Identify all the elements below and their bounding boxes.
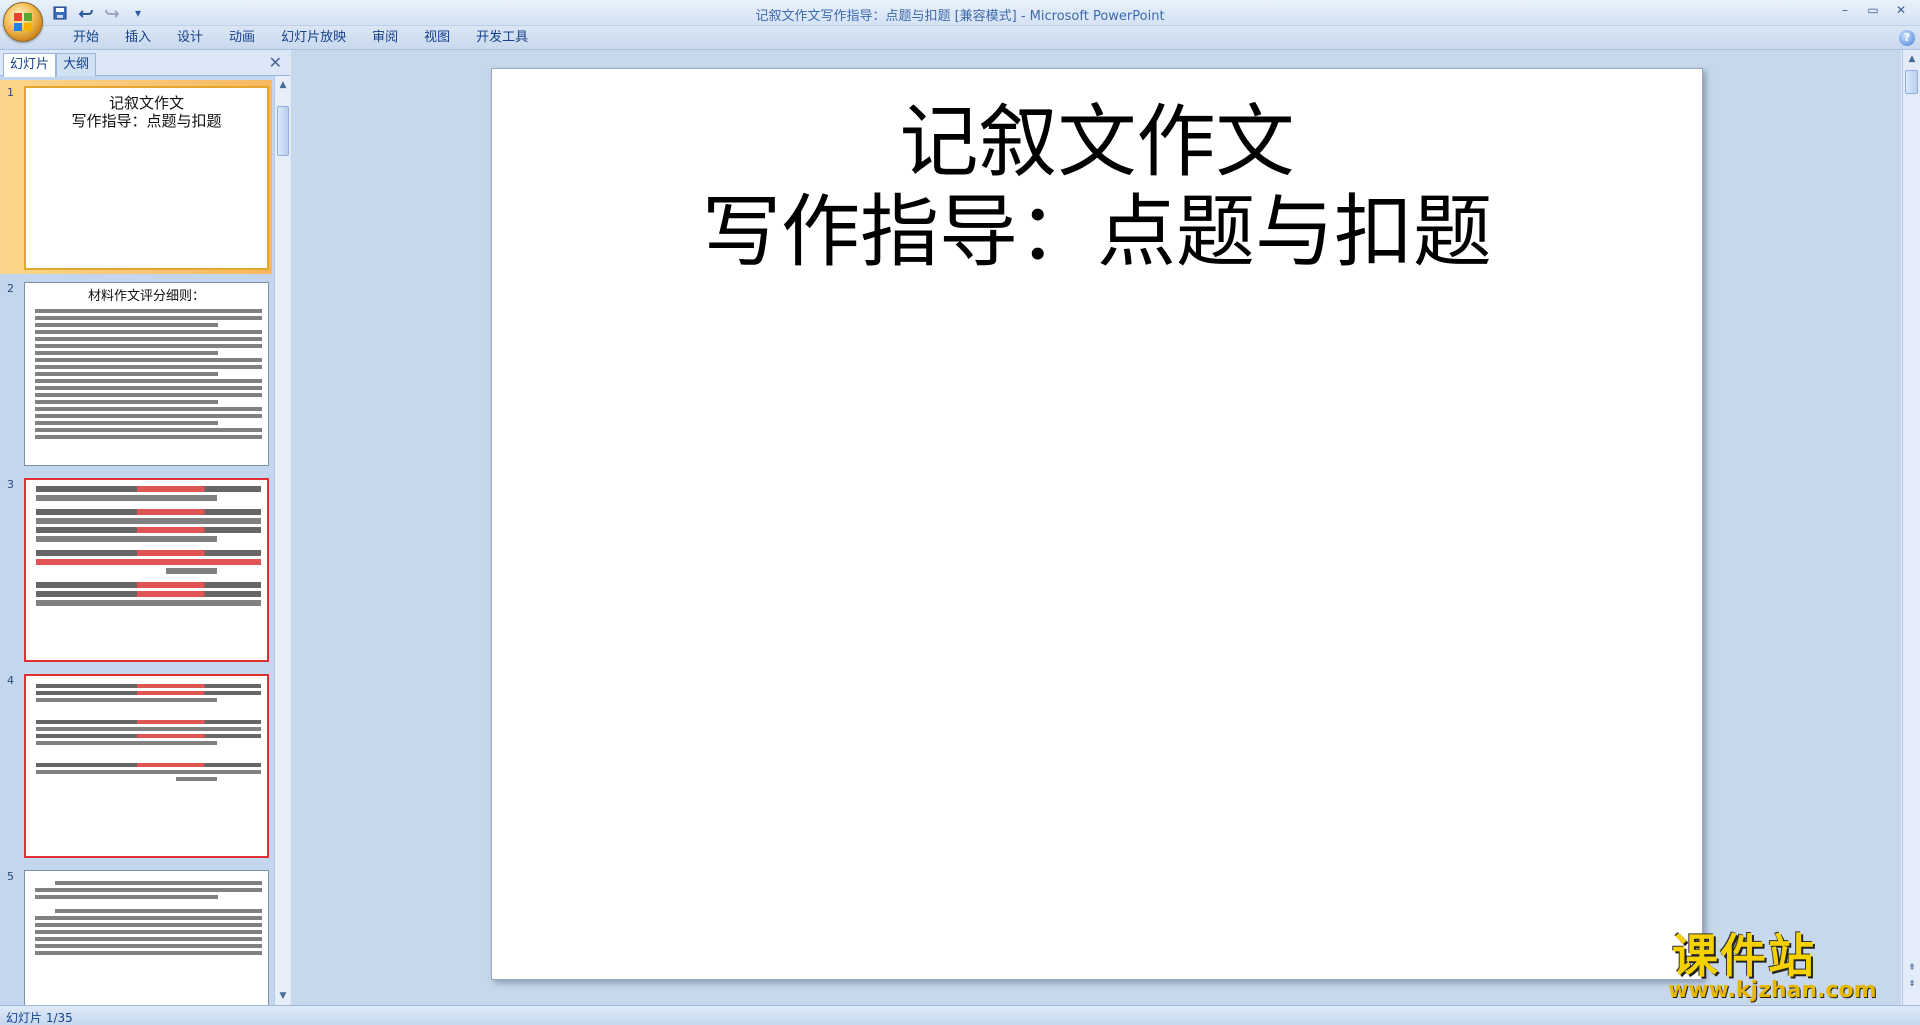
tab-review[interactable]: 审阅 (359, 26, 411, 50)
slide-preview: 材料作文评分细则： (24, 282, 269, 466)
slide-number: 2 (7, 282, 14, 295)
tab-outline[interactable]: 大纲 (56, 53, 97, 76)
slide-number: 4 (7, 674, 14, 687)
office-button[interactable] (3, 2, 43, 42)
slide-thumbnail-1[interactable]: 1 记叙文作文 写作指导：点题与扣题 (0, 80, 272, 274)
slide-editing-area: 记叙文作文 写作指导：点题与扣题 (291, 50, 1901, 1005)
watermark: 课件站 www.kjzhan.com (1668, 920, 1900, 1012)
watermark-text: 课件站 (1672, 929, 1816, 983)
scroll-up-icon[interactable]: ▲ (1905, 52, 1919, 66)
slide-number: 5 (7, 870, 14, 883)
slide-thumbnail-4[interactable]: 4 (0, 668, 272, 862)
status-bar: 幻灯片 1/35 (0, 1005, 1920, 1025)
scroll-thumb[interactable] (1905, 70, 1918, 94)
slide-title-line-1: 记叙文作文 (899, 96, 1295, 188)
scroll-down-icon[interactable]: ▼ (276, 989, 290, 1003)
tab-slides[interactable]: 幻灯片 (3, 53, 57, 77)
tab-animations[interactable]: 动画 (216, 26, 268, 50)
close-icon[interactable]: ✕ (1888, 2, 1914, 20)
watermark-url: www.kjzhan.com (1668, 978, 1877, 1003)
tab-insert[interactable]: 插入 (112, 26, 164, 50)
title-bar: ▾ 记叙文作文写作指导：点题与扣题 [兼容模式] - Microsoft Pow… (0, 0, 1920, 42)
window-controls: – ▭ ✕ (1832, 2, 1914, 20)
ribbon-tabs: 开始 插入 设计 动画 幻灯片放映 审阅 视图 开发工具 (60, 26, 541, 50)
main-scrollbar[interactable]: ▲ ⇞ ⇟ (1902, 50, 1920, 1005)
tab-view[interactable]: 视图 (411, 26, 463, 50)
scroll-up-icon[interactable]: ▲ (276, 78, 290, 92)
slide-number: 1 (7, 86, 14, 99)
thumb-title-line: 记叙文作文 (108, 94, 184, 112)
slide-thumbnail-2[interactable]: 2 材料作文评分细则： (0, 276, 272, 470)
scroll-thumb[interactable] (277, 106, 289, 156)
slide-preview (24, 674, 269, 858)
panel-tabs: 幻灯片 大纲 ✕ (0, 50, 290, 77)
tab-home[interactable]: 开始 (60, 26, 112, 50)
tab-slideshow[interactable]: 幻灯片放映 (268, 26, 359, 50)
slide-number: 3 (7, 478, 14, 491)
slide-title-placeholder[interactable]: 记叙文作文 写作指导：点题与扣题 (492, 97, 1702, 277)
slide-preview (24, 478, 269, 662)
tab-developer[interactable]: 开发工具 (463, 26, 541, 50)
current-slide[interactable]: 记叙文作文 写作指导：点题与扣题 (491, 68, 1703, 980)
next-slide-icon[interactable]: ⇟ (1905, 977, 1919, 991)
tab-design[interactable]: 设计 (164, 26, 216, 50)
office-logo-icon (14, 13, 34, 33)
slide-thumbnail-list: 1 记叙文作文 写作指导：点题与扣题 2 材料作文评分细则： 3 4 5 (0, 76, 272, 1005)
minimize-icon[interactable]: – (1832, 2, 1858, 20)
close-panel-icon[interactable]: ✕ (269, 54, 282, 72)
slide-title-line-2: 写作指导：点题与扣题 (702, 186, 1492, 278)
window-title: 记叙文作文写作指导：点题与扣题 [兼容模式] - Microsoft Power… (755, 9, 1165, 24)
previous-slide-icon[interactable]: ⇞ (1905, 961, 1919, 975)
slide-preview (24, 870, 269, 1005)
slide-thumbnail-5[interactable]: 5 (0, 864, 272, 1005)
slide-indicator: 幻灯片 1/35 (6, 1011, 73, 1025)
maximize-icon[interactable]: ▭ (1860, 2, 1886, 20)
thumb-title-line: 写作指导：点题与扣题 (71, 112, 222, 130)
ribbon: 开始 插入 设计 动画 幻灯片放映 审阅 视图 开发工具 ? (0, 26, 1920, 50)
slide-thumbnail-3[interactable]: 3 (0, 472, 272, 666)
slide-preview: 记叙文作文 写作指导：点题与扣题 (24, 86, 269, 270)
thumb-title-line: 材料作文评分细则： (87, 289, 205, 304)
thumbnail-scrollbar[interactable]: ▲ ▼ (274, 76, 290, 1005)
help-icon[interactable]: ? (1899, 30, 1915, 46)
slides-panel: 幻灯片 大纲 ✕ 1 记叙文作文 写作指导：点题与扣题 2 材料作文评分细则： (0, 50, 290, 1005)
